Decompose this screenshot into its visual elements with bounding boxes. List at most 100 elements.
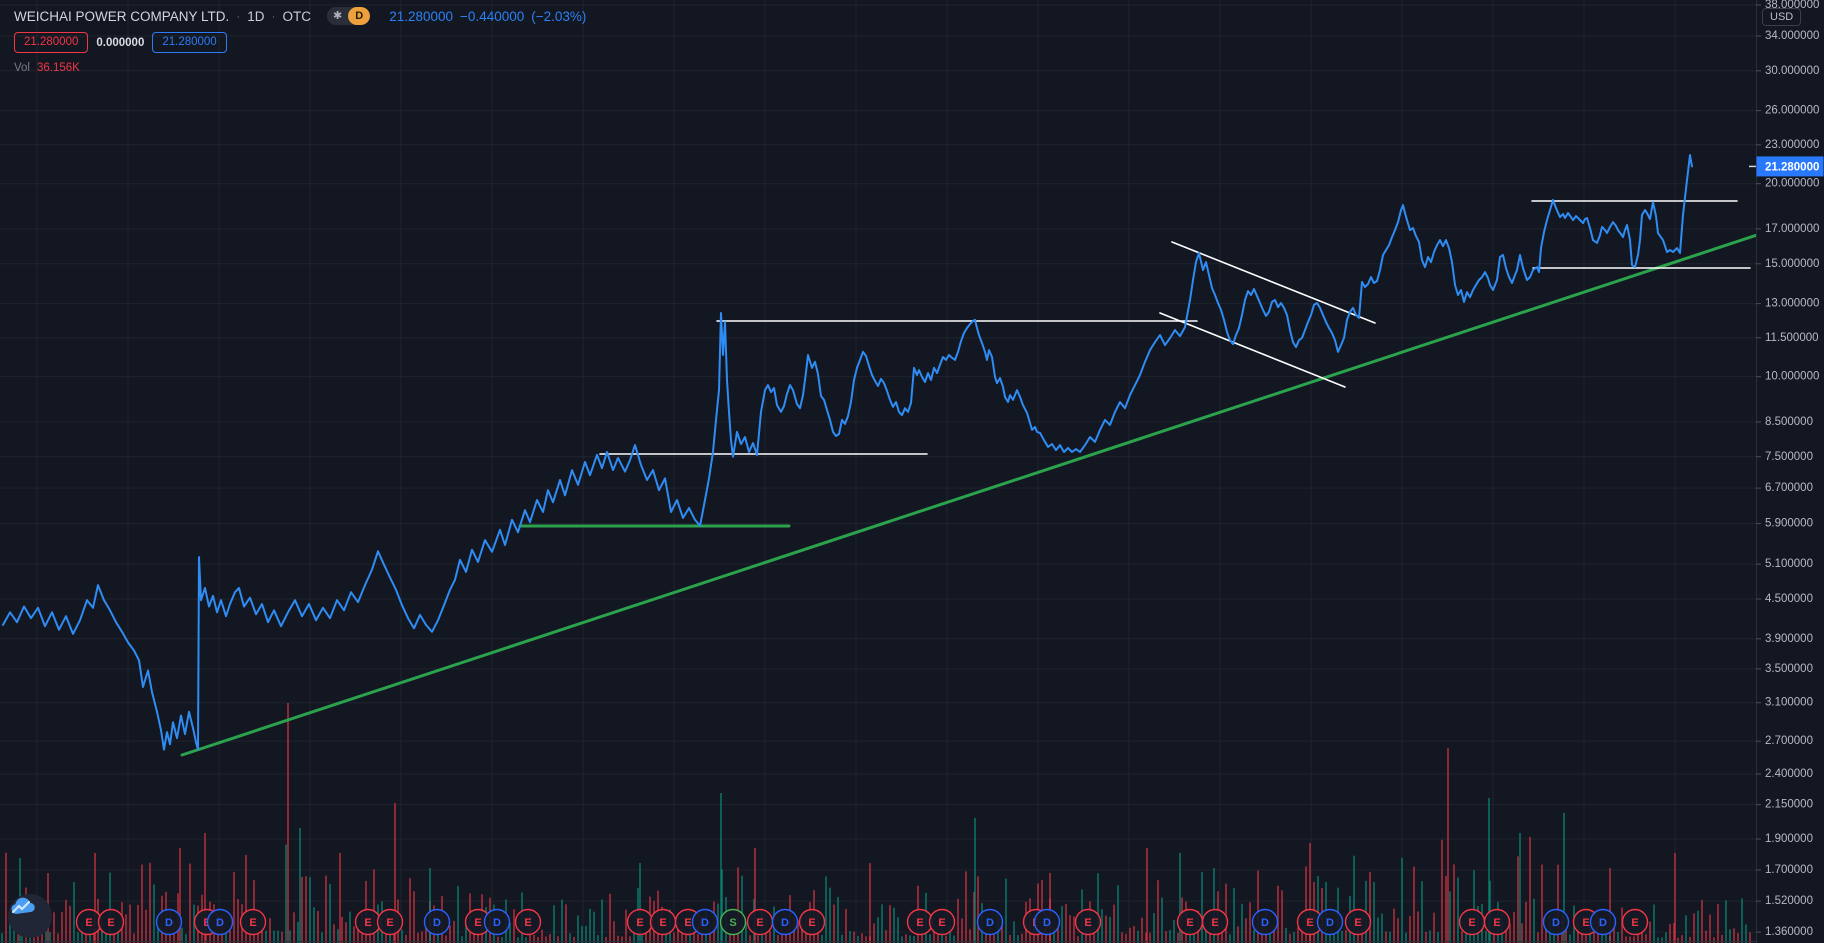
volume-bar (1409, 916, 1411, 943)
event-badge-d[interactable]: D (1251, 908, 1279, 936)
volume-bar (561, 899, 563, 943)
platform-logo-button[interactable] (8, 894, 52, 938)
volume-bar (1657, 937, 1659, 943)
price-polyline (2, 154, 1693, 751)
event-badge-s[interactable]: S (719, 908, 747, 936)
cloud-chart-logo-icon (11, 897, 35, 914)
event-badge-d[interactable]: D (423, 908, 451, 936)
event-badge-e[interactable]: E (97, 908, 125, 936)
volume-bar (1541, 864, 1543, 943)
event-badge-e[interactable]: E (1201, 908, 1229, 936)
volume-bar (1297, 927, 1299, 943)
event-badge-letter: E (1493, 917, 1500, 929)
volume-bar (577, 915, 579, 943)
price-axis-tick-label: 3.500000 (1765, 663, 1813, 675)
event-badge-e[interactable]: E (798, 908, 826, 936)
price-axis-tick-label: 7.500000 (1765, 451, 1813, 463)
volume-bar (605, 937, 607, 943)
event-badge-d[interactable]: D (155, 908, 183, 936)
event-badge-letter: D (433, 917, 441, 929)
event-badge-e[interactable]: E (1176, 908, 1204, 936)
volume-bar (61, 912, 63, 943)
bid-price-box: 21.280000 (14, 32, 89, 53)
event-badge-letter: D (1599, 917, 1607, 929)
chart-canvas[interactable]: EEDEDEEEDEDEEEEDSEDEEEDEDEEEDEDEEEDEDE 3… (0, 0, 1824, 943)
event-badge-e[interactable]: E (1344, 908, 1372, 936)
event-badge-e[interactable]: E (75, 908, 103, 936)
event-badge-e[interactable]: E (239, 908, 267, 936)
event-badge-letter: D (1552, 917, 1560, 929)
event-badge-d[interactable]: D (1542, 908, 1570, 936)
volume-bar (1105, 915, 1107, 943)
volume-bar (1457, 877, 1459, 943)
volume-bar (1393, 908, 1395, 943)
event-badge-e[interactable]: E (376, 908, 404, 936)
event-badge-d[interactable]: D (771, 908, 799, 936)
symbol-title[interactable]: WEICHAI POWER COMPANY LTD. (14, 9, 229, 24)
event-badge-d[interactable]: D (483, 908, 511, 936)
volume-bar (1709, 914, 1711, 943)
event-badge-d[interactable]: D (691, 908, 719, 936)
volume-bar (1625, 936, 1627, 943)
volume-bar (233, 872, 235, 943)
event-badge-e[interactable]: E (514, 908, 542, 936)
event-badge-letter: E (916, 917, 923, 929)
volume-bar (625, 909, 627, 943)
event-badge-d[interactable]: D (1316, 908, 1344, 936)
alert-flag-pill[interactable]: ✱ D (327, 7, 371, 25)
event-badge-d[interactable]: D (206, 908, 234, 936)
volume-bar (73, 882, 75, 943)
volume-spike-bar (1146, 848, 1148, 943)
volume-bar (1401, 857, 1403, 943)
event-badge-e[interactable]: E (626, 908, 654, 936)
trendline-primary-uptrend-support[interactable] (180, 233, 1760, 757)
event-badge-letter: E (1631, 917, 1638, 929)
volume-bar (329, 883, 331, 943)
price-axis[interactable]: 38.00000034.00000030.00000026.00000023.0… (0, 0, 1824, 943)
volume-bar (237, 899, 239, 943)
volume-bar (881, 904, 883, 943)
event-badge-e[interactable]: E (1483, 908, 1511, 936)
event-badge-letter: E (524, 917, 531, 929)
trendline-channel-upper[interactable] (1171, 241, 1376, 324)
timeframe-button[interactable]: 1D (247, 9, 264, 24)
last-price-group: 21.280000 −0.440000 (−2.03%) (389, 9, 586, 24)
separator-dot: · (271, 9, 276, 23)
volume-bar (53, 912, 55, 943)
event-badge-letter: E (1582, 917, 1589, 929)
event-badge-e[interactable]: E (746, 908, 774, 936)
event-badge-letter: D (1326, 917, 1334, 929)
event-badge-e[interactable]: E (1458, 908, 1486, 936)
price-axis-tick-label: 5.100000 (1765, 558, 1813, 570)
event-badge-e[interactable]: E (354, 908, 382, 936)
volume-bar (961, 918, 963, 943)
event-badge-e[interactable]: E (906, 908, 934, 936)
event-badge-d[interactable]: D (1033, 908, 1061, 936)
volume-bar (325, 875, 327, 943)
volume-bar (877, 917, 879, 943)
volume-bar (1013, 921, 1015, 943)
event-badge-e[interactable]: E (928, 908, 956, 936)
event-badges-row[interactable]: EEDEDEEEDEDEEEEDSEDEEEDEDEEEDEDEEEDEDE (75, 908, 1649, 936)
volume-bar (1717, 904, 1719, 943)
event-badge-letter: E (107, 917, 114, 929)
volume-bar (1745, 924, 1747, 943)
event-badge-d[interactable]: D (976, 908, 1004, 936)
volume-bar (965, 871, 967, 943)
event-badge-e[interactable]: E (649, 908, 677, 936)
trendline-drawings[interactable] (180, 200, 1760, 757)
trendline-channel-lower[interactable] (1159, 312, 1346, 388)
volume-bar (873, 923, 875, 943)
event-badge-e[interactable]: E (1074, 908, 1102, 936)
price-axis-tick-label: 15.000000 (1765, 258, 1819, 270)
event-badge-d[interactable]: D (1589, 908, 1617, 936)
volume-bar (545, 936, 547, 943)
price-change: −0.440000 (460, 8, 525, 24)
volume-spike-bar (339, 853, 341, 943)
volume-bar (1521, 923, 1523, 943)
volume-spike-bar (1674, 853, 1676, 943)
event-badge-e[interactable]: E (1621, 908, 1649, 936)
event-badge-letter: D (1043, 917, 1051, 929)
volume-bar (1133, 926, 1135, 943)
volume-spike-bar (869, 863, 871, 943)
